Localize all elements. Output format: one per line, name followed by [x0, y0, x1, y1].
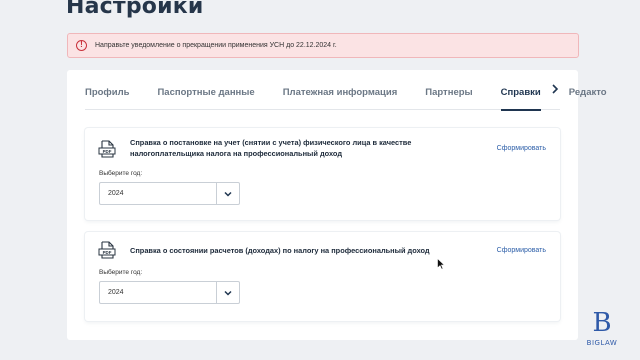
tabs-next-button[interactable] [548, 82, 562, 96]
tab-profile[interactable]: Профиль [85, 70, 129, 110]
chevron-down-icon[interactable] [216, 183, 239, 204]
logo-text: BIGLAW [586, 339, 618, 347]
card-title: Справка о постановке на учет (снятии с у… [130, 138, 412, 158]
certificate-card-settlements: PDF Справка о состоянии расчетов (дохода… [85, 232, 560, 321]
mouse-cursor-icon [437, 258, 445, 270]
card-title: Справка о состоянии расчетов (доходах) п… [130, 246, 430, 255]
year-label: Выберите год: [99, 269, 143, 276]
tab-passport[interactable]: Паспортные данные [157, 70, 254, 110]
generate-link[interactable]: Сформировать [497, 145, 546, 152]
tab-bar: Профиль Паспортные данные Платежная инфо… [85, 70, 607, 111]
pdf-icon: PDF [98, 241, 116, 259]
biglaw-logo: B BIGLAW [582, 310, 622, 354]
year-select[interactable]: 2024 [99, 182, 240, 205]
year-value: 2024 [108, 289, 124, 296]
year-label: Выберите год: [99, 170, 143, 177]
chevron-right-icon [552, 84, 559, 94]
pdf-icon: PDF [98, 140, 116, 158]
alert-banner: ! Направьте уведомление о прекращении пр… [67, 33, 579, 58]
logo-mark: B [592, 308, 612, 338]
settings-panel: Профиль Паспортные данные Платежная инфо… [67, 70, 607, 340]
alert-text: Направьте уведомление о прекращении прим… [95, 42, 337, 49]
chevron-down-icon[interactable] [216, 282, 239, 303]
alert-circle-icon: ! [76, 40, 87, 51]
tab-certificates[interactable]: Справки [500, 70, 541, 111]
svg-text:PDF: PDF [103, 250, 112, 255]
svg-text:PDF: PDF [103, 149, 112, 154]
page-title: Настройки [66, 0, 204, 19]
tab-partners[interactable]: Партнеры [425, 70, 472, 110]
tab-payment-info[interactable]: Платежная информация [283, 70, 398, 110]
tab-editor[interactable]: Редакто [569, 70, 607, 110]
certificate-card-registration: PDF Справка о постановке на учет (снятии… [85, 128, 560, 220]
year-value: 2024 [108, 190, 124, 197]
generate-link[interactable]: Сформировать [497, 247, 546, 254]
year-select[interactable]: 2024 [99, 281, 240, 304]
